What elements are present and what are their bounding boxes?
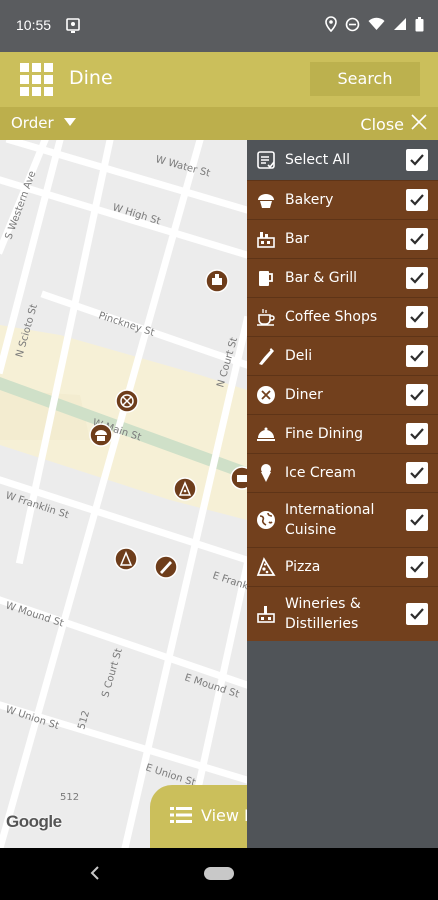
status-bar: 10:55 [0, 0, 438, 52]
map-marker-pizza-2 [114, 547, 138, 571]
sandwich-icon [255, 345, 277, 367]
order-label: Order [11, 114, 54, 132]
category-checkbox[interactable] [406, 384, 428, 406]
bar-icon [255, 228, 277, 250]
page-title: Dine [69, 67, 113, 89]
location-icon [325, 16, 337, 32]
coffee-cup-icon [255, 306, 277, 328]
category-checkbox[interactable] [406, 509, 428, 531]
category-row-coffee-shops[interactable]: Coffee Shops [247, 297, 438, 336]
cloche-icon [255, 423, 277, 445]
category-checkbox[interactable] [406, 345, 428, 367]
category-label: Ice Cream [285, 465, 356, 481]
category-row-bakery[interactable]: Bakery [247, 180, 438, 219]
category-checkbox[interactable] [406, 267, 428, 289]
map-marker-bar [205, 269, 229, 293]
street-label: W Mound St [4, 600, 65, 629]
category-label: Bakery [285, 192, 334, 208]
category-checkbox[interactable] [406, 603, 428, 625]
category-row-deli[interactable]: Deli [247, 336, 438, 375]
category-label: International Cuisine [285, 502, 375, 538]
order-dropdown[interactable]: Order [11, 114, 76, 132]
do-not-disturb-icon [345, 17, 360, 32]
street-label: 512 [60, 792, 79, 803]
category-checkbox[interactable] [406, 189, 428, 211]
map-marker-bakery [89, 423, 113, 447]
category-checkbox[interactable] [406, 556, 428, 578]
select-all-row[interactable]: Select All [247, 140, 438, 180]
category-label: Diner [285, 387, 323, 403]
category-label: Coffee Shops [285, 309, 378, 325]
wifi-icon [368, 17, 385, 31]
globe-icon [255, 509, 277, 531]
list-icon [170, 806, 192, 824]
category-row-pizza[interactable]: Pizza [247, 547, 438, 586]
street-label: 512 [76, 709, 92, 730]
category-row-diner[interactable]: Diner [247, 375, 438, 414]
category-row-bar[interactable]: Bar [247, 219, 438, 258]
close-filter-button[interactable]: Close [360, 113, 428, 135]
app-bar: Dine Search [0, 52, 438, 107]
back-icon[interactable] [88, 864, 102, 886]
search-button[interactable]: Search [310, 62, 420, 96]
category-row-ice-cream[interactable]: Ice Cream [247, 453, 438, 492]
category-checkbox[interactable] [406, 228, 428, 250]
pizza-icon [255, 556, 277, 578]
winery-icon [255, 603, 277, 625]
grid-menu-icon[interactable] [20, 63, 53, 96]
category-label: Deli [285, 348, 313, 364]
category-label: Pizza [285, 559, 321, 575]
system-nav-bar [0, 848, 438, 900]
category-checkbox[interactable] [406, 462, 428, 484]
category-row-international-cuisine[interactable]: International Cuisine [247, 492, 438, 547]
list-check-icon [255, 149, 277, 171]
category-checkbox[interactable] [406, 306, 428, 328]
map-marker-pizza [173, 477, 197, 501]
home-pill-icon[interactable] [204, 867, 234, 880]
caret-down-icon [63, 118, 76, 126]
category-checkbox[interactable] [406, 423, 428, 445]
signal-icon [393, 17, 407, 31]
category-filter-panel: Select All Bakery Bar Bar & Grill Coffee… [247, 140, 438, 848]
status-time: 10:55 [16, 17, 52, 33]
view-list-button[interactable]: View List [150, 785, 272, 848]
category-label: Fine Dining [285, 426, 364, 442]
street-label: W Water St [154, 154, 211, 179]
category-row-fine-dining[interactable]: Fine Dining [247, 414, 438, 453]
street-label: S Court St [100, 647, 125, 699]
map-marker-bar-2 [230, 466, 247, 490]
category-row-wineries-distilleries[interactable]: Wineries & Distilleries [247, 586, 438, 641]
diner-plate-icon [255, 384, 277, 406]
bakery-icon [255, 189, 277, 211]
map-view[interactable]: W Water St W High St Pinckney St N Sciot… [0, 140, 247, 848]
beer-mug-icon [255, 267, 277, 289]
close-icon [410, 113, 428, 135]
category-row-bar-grill[interactable]: Bar & Grill [247, 258, 438, 297]
ice-cream-icon [255, 462, 277, 484]
select-all-checkbox[interactable] [406, 149, 428, 171]
category-label: Bar [285, 231, 309, 247]
map-marker-deli [154, 555, 178, 579]
google-attribution: Google [6, 812, 62, 831]
category-label: Wineries & Distilleries [285, 596, 361, 632]
close-label: Close [360, 114, 404, 134]
category-label: Bar & Grill [285, 270, 358, 286]
battery-icon [415, 16, 424, 32]
location-pin-icon [66, 18, 80, 38]
select-all-label: Select All [285, 152, 350, 168]
street-label: Pinckney St [97, 310, 156, 338]
map-canvas: W Water St W High St Pinckney St N Sciot… [0, 140, 247, 848]
filter-bar: Order Close [0, 107, 438, 140]
map-marker-diner [115, 389, 139, 413]
